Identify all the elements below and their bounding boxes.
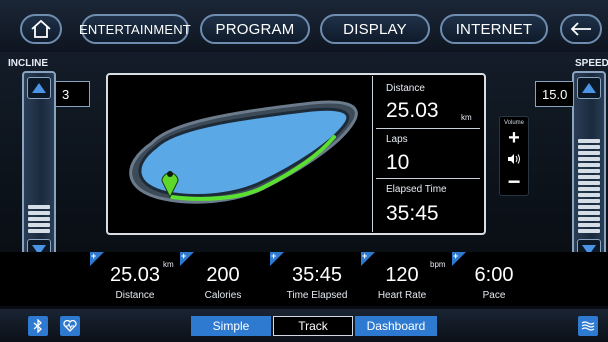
tab-dashboard[interactable]: Dashboard [355, 316, 437, 336]
speed-label: SPEED [575, 58, 608, 69]
metric-calories-value: 200 [206, 264, 240, 286]
bluetooth-icon [33, 319, 42, 333]
incline-up-button[interactable] [27, 77, 51, 99]
triangle-up-icon [582, 83, 596, 93]
plus-icon: + [271, 251, 277, 261]
distance-unit: km [461, 113, 472, 122]
heart-pulse-icon [63, 320, 77, 332]
level-segment [28, 217, 50, 221]
volume-label: Volume [503, 120, 524, 126]
volume-down-button[interactable]: − [500, 169, 528, 195]
level-segment [578, 139, 600, 143]
metric-time-label: Time Elapsed [286, 290, 348, 301]
elapsed-time-label: Elapsed Time [386, 184, 447, 195]
level-segment [578, 145, 600, 149]
level-segment [578, 169, 600, 173]
level-segment [28, 211, 50, 215]
divider [376, 178, 480, 179]
wind-icon [581, 321, 595, 331]
level-segment [578, 151, 600, 155]
speed-level [578, 139, 600, 233]
metric-pace-label: Pace [482, 290, 506, 301]
metric-distance-value: 25.03 [109, 264, 161, 286]
metric-pace-value: 6:00 [474, 264, 514, 286]
entertainment-button[interactable]: ENTERTAINMENT [79, 14, 191, 44]
metric-calories-label: Calories [204, 290, 242, 301]
display-button[interactable]: DISPLAY [320, 14, 430, 44]
metric-heart-rate-value: 120 [385, 264, 419, 286]
divider [376, 128, 480, 129]
home-icon [31, 19, 51, 38]
fan-button[interactable] [578, 316, 598, 336]
volume-up-button[interactable]: + [500, 127, 528, 150]
program-button[interactable]: PROGRAM [200, 14, 310, 44]
calories-metric-edit-button[interactable]: + [180, 251, 194, 266]
laps-value: 10 [386, 151, 410, 174]
metric-time-value: 35:45 [291, 264, 343, 286]
incline-value: 3 [56, 81, 90, 107]
heart-rate-metric-edit-button[interactable]: + [361, 251, 375, 266]
level-segment [578, 175, 600, 179]
level-segment [28, 229, 50, 233]
heart-monitor-button[interactable] [60, 316, 80, 336]
incline-slider[interactable] [22, 71, 56, 267]
back-button[interactable] [560, 14, 602, 44]
level-segment [578, 199, 600, 203]
distance-value: 25.03 [386, 99, 439, 122]
home-button[interactable] [20, 14, 62, 44]
level-segment [578, 193, 600, 197]
metric-distance-unit: km [163, 260, 174, 269]
plus-icon: + [362, 251, 368, 261]
level-segment [28, 205, 50, 209]
incline-label: INCLINE [8, 58, 48, 69]
internet-button[interactable]: INTERNET [440, 14, 548, 44]
metric-distance-label: Distance [115, 290, 155, 301]
level-segment [578, 217, 600, 221]
level-segment [578, 229, 600, 233]
distance-label: Distance [386, 83, 425, 94]
level-segment [578, 211, 600, 215]
volume-control: Volume + − [499, 116, 529, 196]
metric-heart-rate-unit: bpm [430, 260, 446, 269]
level-segment [578, 181, 600, 185]
distance-metric-edit-button[interactable]: + [90, 251, 104, 266]
level-segment [578, 163, 600, 167]
track-map [129, 100, 358, 204]
pace-metric-edit-button[interactable]: + [452, 251, 466, 266]
triangle-up-icon [32, 83, 46, 93]
tab-simple[interactable]: Simple [191, 316, 271, 336]
tab-track[interactable]: Track [273, 316, 353, 336]
level-segment [578, 223, 600, 227]
speaker-icon [508, 154, 520, 164]
plus-icon: + [453, 251, 459, 261]
level-segment [578, 205, 600, 209]
metric-heart-rate-label: Heart Rate [377, 290, 427, 301]
speed-up-button[interactable] [577, 77, 601, 99]
laps-label: Laps [386, 134, 408, 145]
speed-value: 15.0 [535, 81, 573, 107]
elapsed-time-value: 35:45 [386, 202, 439, 225]
arrow-left-icon [570, 22, 591, 36]
speed-slider[interactable] [572, 71, 606, 267]
plus-icon: + [91, 251, 97, 261]
bluetooth-button[interactable] [28, 316, 48, 336]
level-segment [578, 187, 600, 191]
plus-icon: + [181, 251, 187, 261]
incline-level [28, 205, 50, 233]
level-segment [28, 223, 50, 227]
level-segment [578, 157, 600, 161]
